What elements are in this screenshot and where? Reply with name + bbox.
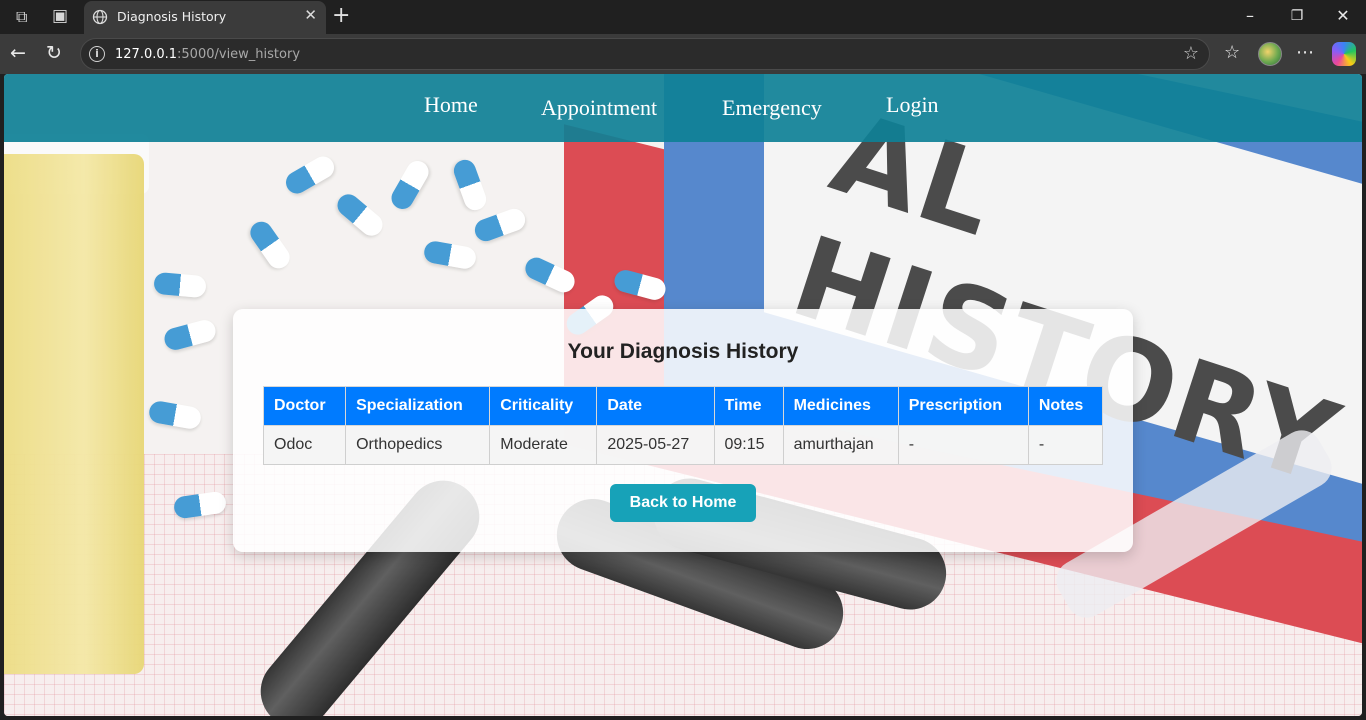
column-header-medicines: Medicines xyxy=(782,386,899,426)
column-header-specialization: Specialization xyxy=(345,386,491,426)
cell-criticality: Moderate xyxy=(489,425,598,465)
cell-doctor: Odoc xyxy=(262,425,347,465)
browser-tab[interactable]: Diagnosis History ✕ xyxy=(84,1,326,34)
cell-prescription: - xyxy=(897,425,1029,465)
url-text[interactable]: 127.0.0.1:5000/view_history xyxy=(115,47,300,62)
workspaces-icon[interactable]: ⧉ xyxy=(16,7,27,27)
page-title: Your Diagnosis History xyxy=(567,340,799,363)
tab-actions-icon[interactable]: ▣ xyxy=(52,6,68,26)
favorite-star-icon[interactable]: ☆ xyxy=(1183,43,1199,64)
cell-date: 2025-05-27 xyxy=(596,425,715,465)
diagnosis-history-table: Doctor Specialization Criticality Date T… xyxy=(262,386,1104,465)
nav-emergency-link[interactable]: Emergency xyxy=(722,95,822,121)
url-path: :5000/view_history xyxy=(177,47,301,62)
cell-medicines: amurthajan xyxy=(782,425,899,465)
top-navbar: Home Appointment Emergency Login xyxy=(4,74,1362,142)
table-row: Odoc Orthopedics Moderate 2025-05-27 09:… xyxy=(262,425,1104,465)
copilot-icon[interactable] xyxy=(1332,42,1356,66)
url-host: 127.0.0.1 xyxy=(115,47,178,62)
globe-icon xyxy=(92,9,108,25)
column-header-doctor: Doctor xyxy=(262,386,347,426)
diagnosis-history-card: Your Diagnosis History Doctor Specializa… xyxy=(233,309,1133,552)
column-header-date: Date xyxy=(596,386,715,426)
close-tab-icon[interactable]: ✕ xyxy=(304,6,317,24)
window-close-icon[interactable]: ✕ xyxy=(1332,6,1354,26)
profile-avatar[interactable] xyxy=(1258,42,1282,66)
more-options-icon[interactable]: ⋯ xyxy=(1296,42,1314,63)
nav-home-link[interactable]: Home xyxy=(424,92,478,118)
cell-time: 09:15 xyxy=(713,425,784,465)
cell-notes: - xyxy=(1027,425,1104,465)
back-to-home-button[interactable]: Back to Home xyxy=(610,484,756,522)
minimize-icon[interactable]: – xyxy=(1239,6,1261,26)
address-bar[interactable]: i 127.0.0.1:5000/view_history ☆ xyxy=(80,38,1210,70)
back-arrow-icon[interactable]: ← xyxy=(10,42,26,64)
page-viewport: AL HISTORY Home Appointment Emergency Lo… xyxy=(4,74,1362,716)
browser-toolbar: ← ↻ i 127.0.0.1:5000/view_history ☆ ☆ ⋯ xyxy=(0,34,1366,74)
column-header-prescription: Prescription xyxy=(897,386,1029,426)
nav-login-link[interactable]: Login xyxy=(886,92,939,118)
table-header-row: Doctor Specialization Criticality Date T… xyxy=(262,386,1104,426)
reload-icon[interactable]: ↻ xyxy=(46,42,62,64)
new-tab-icon[interactable]: + xyxy=(332,3,350,28)
site-info-icon[interactable]: i xyxy=(89,46,105,62)
nav-appointment-link[interactable]: Appointment xyxy=(541,95,657,121)
column-header-time: Time xyxy=(713,386,784,426)
favorites-icon[interactable]: ☆ xyxy=(1224,42,1240,63)
cell-specialization: Orthopedics xyxy=(345,425,491,465)
column-header-notes: Notes xyxy=(1027,386,1104,426)
restore-icon[interactable]: ❐ xyxy=(1286,8,1308,28)
tab-title: Diagnosis History xyxy=(117,9,227,24)
column-header-criticality: Criticality xyxy=(489,386,598,426)
browser-tab-bar: ⧉ ▣ Diagnosis History ✕ + – ❐ ✕ xyxy=(0,0,1366,34)
